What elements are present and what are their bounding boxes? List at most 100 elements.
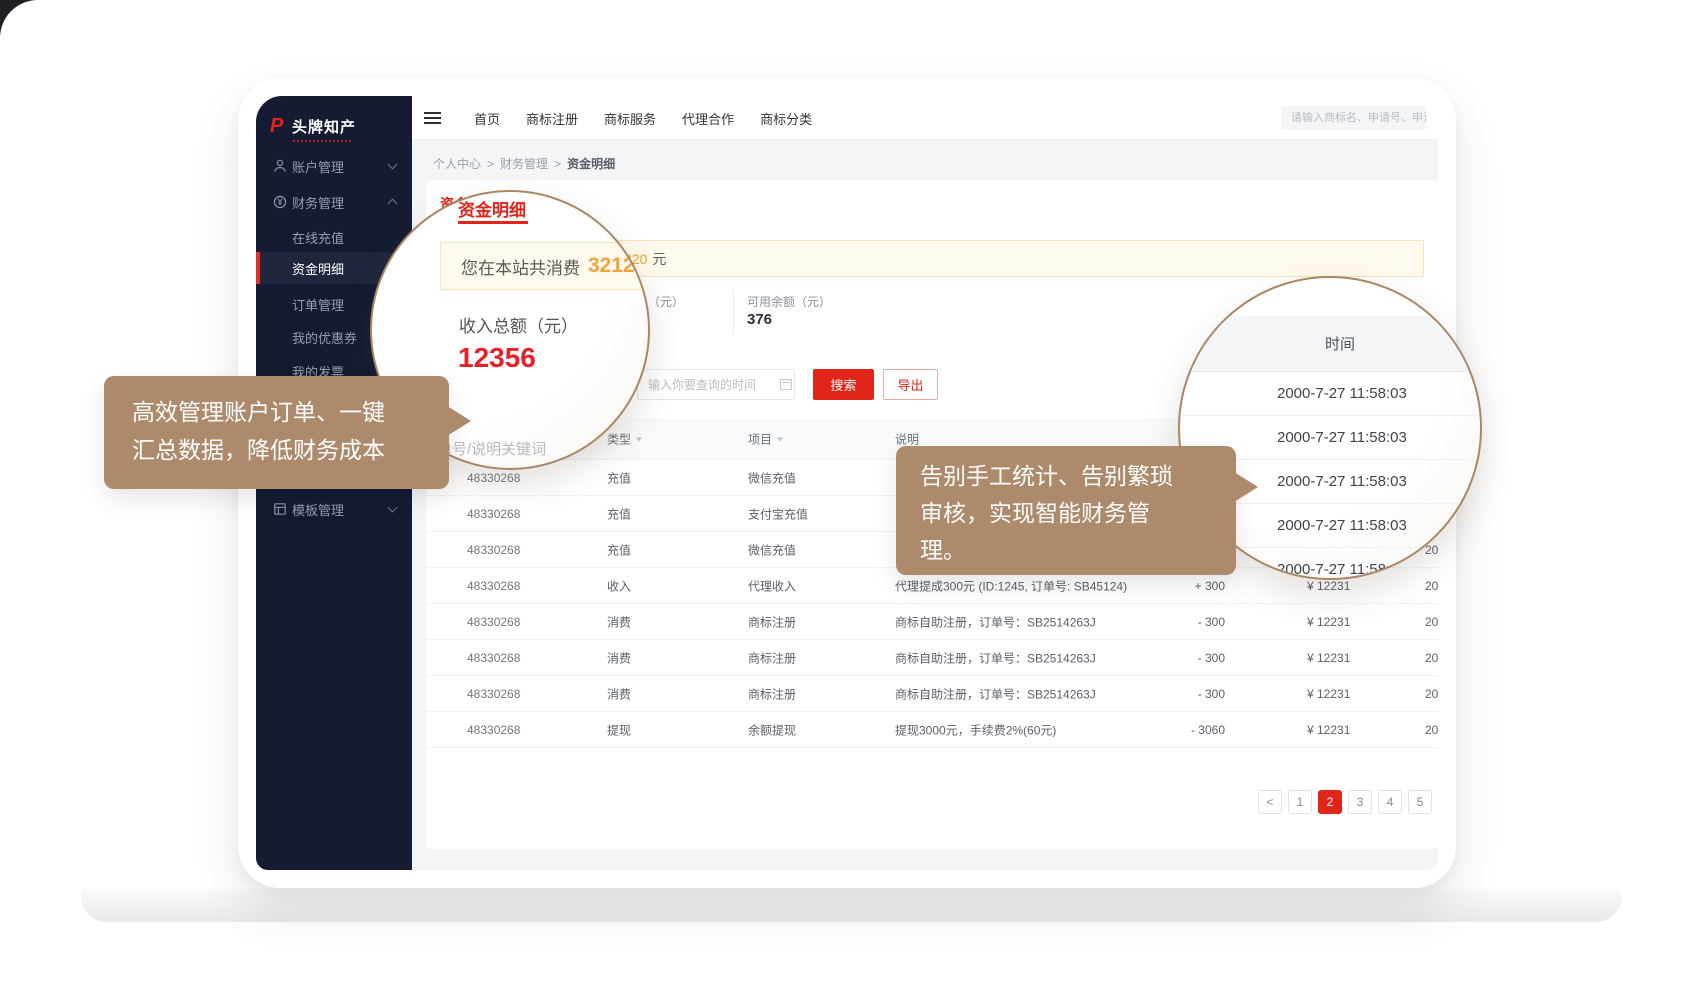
magnified-income-label: 收入总额（元）	[459, 312, 578, 337]
cell-description: 商标自助注册，订单号：SB2514263J	[895, 649, 1096, 666]
sidebar-item-template[interactable]: 模板管理	[256, 493, 412, 525]
magnified-title-underline	[458, 221, 528, 224]
table-row: 48330268 消费 商标注册 商标自助注册，订单号：SB2514263J -…	[426, 604, 1438, 640]
cell-amount: - 300	[1120, 687, 1225, 701]
cell-order-no: 48330268	[467, 651, 520, 665]
pagination-page-5[interactable]: 5	[1408, 790, 1432, 814]
breadcrumb-separator: >	[487, 157, 494, 171]
cell-project: 商标注册	[748, 613, 796, 630]
pagination-page-4[interactable]: 4	[1378, 790, 1402, 814]
magnified-page-title: 资金明细	[458, 196, 526, 221]
nav-item-home[interactable]: 首页	[474, 109, 500, 128]
callout-text-line: 高效管理账户订单、一键	[132, 393, 449, 431]
sidebar-item-label: 资金明细	[292, 259, 344, 278]
nav-item-trademark-register[interactable]: 商标注册	[526, 109, 578, 128]
table-row: 48330268 消费 商标注册 商标自助注册，订单号：SB2514263J -…	[426, 676, 1438, 712]
nav-item-agent-cooperation[interactable]: 代理合作	[682, 109, 734, 128]
cell-description: 商标自助注册，订单号：SB2514263J	[895, 685, 1096, 702]
stat-balance-value: 376	[747, 311, 772, 328]
hamburger-menu-icon[interactable]	[424, 112, 441, 127]
sidebar-item-account[interactable]: 账户管理	[256, 150, 412, 182]
breadcrumb-current: 资金明细	[567, 157, 615, 171]
header-type[interactable]: 类型	[607, 430, 642, 447]
cell-time: 2000-7-27 11:58:03	[1425, 579, 1438, 593]
calendar-icon[interactable]	[780, 379, 792, 390]
cell-order-no: 48330268	[467, 507, 520, 521]
callout-arrow-icon	[447, 406, 471, 436]
callout-text-line: 理。	[920, 532, 1236, 569]
cell-type: 充值	[607, 505, 631, 522]
cell-type: 收入	[607, 577, 631, 594]
pagination-page-1[interactable]: 1	[1288, 790, 1312, 814]
breadcrumb-part[interactable]: 个人中心	[433, 157, 481, 171]
cell-time: 2000-7-27 11:58:03	[1425, 723, 1438, 737]
cell-description: 代理提成300元 (ID:1245, 订单号: SB45124)	[895, 577, 1127, 594]
stat-divider	[733, 290, 734, 334]
cell-amount: - 3060	[1120, 723, 1225, 737]
cell-balance: ¥ 12231	[1307, 687, 1350, 701]
cell-balance: ¥ 12231	[1307, 723, 1350, 737]
cell-project: 支付宝充值	[748, 505, 808, 522]
callout-text-line: 汇总数据，降低财务成本	[132, 431, 449, 469]
cell-type: 提现	[607, 721, 631, 738]
cell-project: 微信充值	[748, 469, 796, 486]
pagination-page-2[interactable]: 2	[1318, 790, 1342, 814]
topbar: 首页 商标注册 商标服务 代理合作 商标分类	[412, 96, 1438, 140]
notice-unit: 元	[652, 249, 666, 269]
logo-subtext	[293, 140, 351, 142]
search-input[interactable]	[1281, 106, 1426, 130]
cell-time: 2000-7-27 11:58:03	[1425, 651, 1438, 665]
nav-item-trademark-category[interactable]: 商标分类	[760, 109, 812, 128]
cell-balance: ¥ 12231	[1307, 615, 1350, 629]
magnified-time-row: 2000-7-27 11:58:03	[1180, 372, 1480, 416]
cell-type: 消费	[607, 685, 631, 702]
date-query-input[interactable]	[637, 369, 795, 400]
export-button[interactable]: 导出	[883, 369, 938, 400]
cell-project: 余额提现	[748, 721, 796, 738]
cell-project: 代理收入	[748, 577, 796, 594]
callout-text-line: 告别手工统计、告别繁琐	[920, 458, 1236, 495]
cell-type: 消费	[607, 613, 631, 630]
sort-caret-icon	[777, 438, 783, 442]
sidebar-item-online-recharge[interactable]: 在线充值	[256, 221, 412, 253]
logo-icon: P	[270, 115, 292, 138]
pagination-page-3[interactable]: 3	[1348, 790, 1372, 814]
cell-order-no: 48330268	[467, 723, 520, 737]
stat-balance-label: 可用余额（元）	[747, 293, 831, 310]
cell-type: 消费	[607, 649, 631, 666]
logo-text: 头牌知产	[292, 116, 356, 137]
cell-balance: ¥ 12231	[1307, 579, 1350, 593]
magnified-time-header: 时间	[1180, 316, 1480, 372]
cell-project: 商标注册	[748, 685, 796, 702]
header-project[interactable]: 项目	[748, 430, 783, 447]
sidebar-item-finance[interactable]: 财务管理	[256, 186, 412, 218]
sidebar-item-label: 订单管理	[292, 295, 344, 314]
finance-icon	[272, 194, 288, 210]
cell-description: 商标自助注册，订单号：SB2514263J	[895, 613, 1096, 630]
cell-description: 提现3000元，手续费2%(60元)	[895, 721, 1056, 738]
cell-order-no: 48330268	[467, 579, 520, 593]
sidebar-item-label: 我的优惠券	[292, 328, 357, 347]
cell-amount: + 300	[1120, 579, 1225, 593]
search-button[interactable]: 搜索	[813, 369, 874, 400]
cell-order-no: 48330268	[467, 687, 520, 701]
logo[interactable]: P 头牌知产	[270, 112, 356, 140]
magnified-notice-bar: 您在本站共消费 32124	[440, 242, 650, 290]
sidebar-item-label: 账户管理	[292, 157, 344, 176]
cell-order-no: 48330268	[467, 543, 520, 557]
chevron-up-icon	[388, 199, 398, 209]
header-description: 说明	[895, 430, 919, 447]
cell-order-no: 48330268	[467, 471, 520, 485]
pagination: < 1 2 3 4 5	[1258, 790, 1432, 814]
table-row: 48330268 消费 商标注册 商标自助注册，订单号：SB2514263J -…	[426, 640, 1438, 676]
breadcrumb-part[interactable]: 财务管理	[500, 157, 548, 171]
cell-balance: ¥ 12231	[1307, 651, 1350, 665]
cell-amount: - 300	[1120, 651, 1225, 665]
stat-expense-label: （元）	[648, 293, 684, 310]
cell-order-no: 48330268	[467, 615, 520, 629]
callout-smart-finance: 告别手工统计、告别繁琐 审核，实现智能财务管 理。	[896, 446, 1236, 575]
cell-time: 2000-7-27 11:58:03	[1425, 615, 1438, 629]
pagination-prev-button[interactable]: <	[1258, 790, 1282, 814]
table-row: 48330268 提现 余额提现 提现3000元，手续费2%(60元) - 30…	[426, 712, 1438, 748]
nav-item-trademark-service[interactable]: 商标服务	[604, 109, 656, 128]
